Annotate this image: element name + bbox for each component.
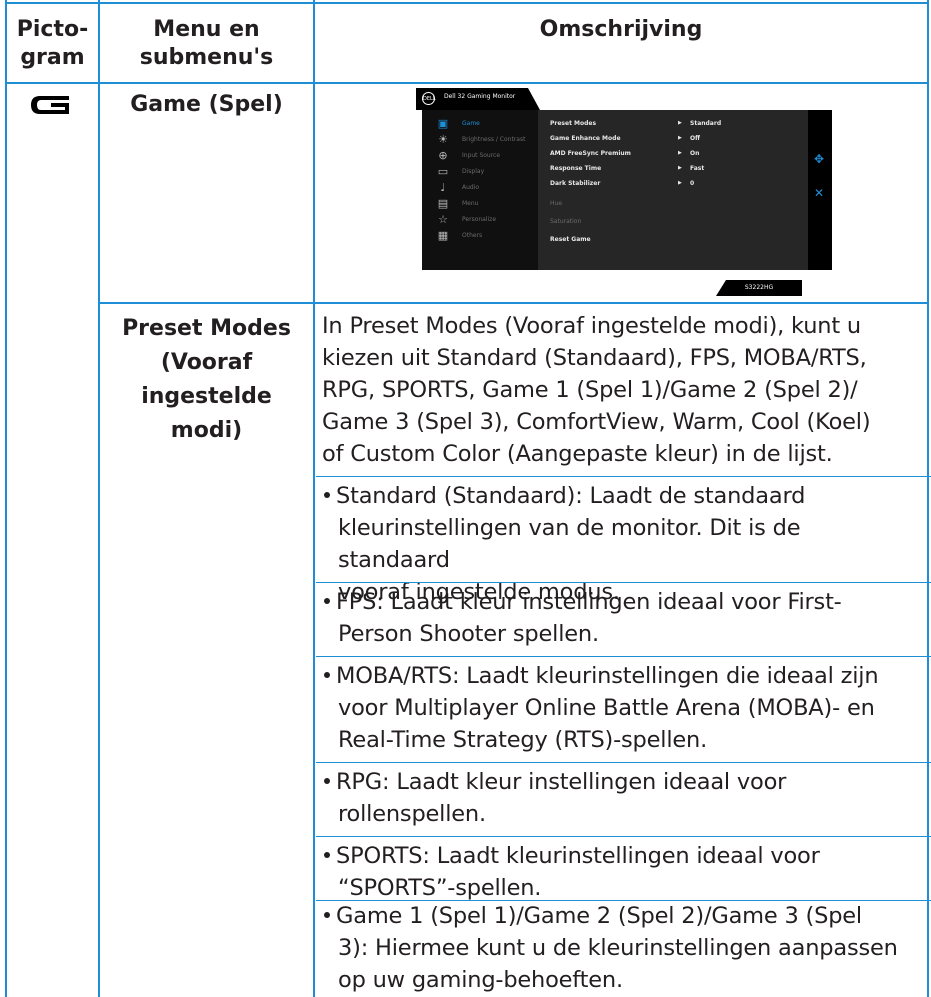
menu-table: Picto- gram Menu en submenu's Omschrijvi…	[0, 0, 931, 997]
osd-setting-row[interactable]: Saturation	[550, 218, 800, 232]
sliders-icon: ▦	[437, 229, 449, 242]
osd-setting-row[interactable]: Response Time ▶ Fast	[550, 165, 800, 179]
osd-menu-display[interactable]: ▭ Display	[422, 164, 538, 180]
table-border-top	[5, 2, 929, 4]
osd-menu: ▣ Game ☀ Brightness / Contrast ⊕ Input S…	[422, 110, 538, 270]
bullet-fps: FPS: Laadt kleur instellingen ideaal voo…	[322, 586, 918, 650]
divider	[316, 656, 931, 657]
star-icon: ☆	[438, 213, 448, 226]
osd-nav-bar: ✥ ✕	[808, 110, 832, 270]
divider	[316, 836, 931, 837]
header-pictogram-line1: Picto-	[16, 17, 89, 42]
osd-setting-row[interactable]: Hue	[550, 200, 800, 214]
bullet-sports: SPORTS: Laadt kleurinstellingen ideaal v…	[322, 840, 918, 904]
header-description: Omschrijving	[539, 17, 703, 42]
preset-modes-label: Preset Modes (Vooraf ingestelde modi)	[122, 316, 291, 443]
dell-logo: DELL	[422, 92, 436, 105]
osd-menu-audio[interactable]: ♩ Audio	[422, 180, 538, 196]
row-separator	[98, 302, 929, 304]
input-icon: ⊕	[438, 149, 448, 162]
osd-menu-brightness[interactable]: ☀ Brightness / Contrast	[422, 132, 538, 148]
osd-panel: ▣ Game ☀ Brightness / Contrast ⊕ Input S…	[422, 110, 832, 270]
bullet-rpg: RPG: Laadt kleur instellingen ideaal voo…	[322, 766, 918, 830]
header-separator	[5, 82, 929, 84]
header-menu: Menu en submenu's	[100, 16, 313, 72]
bullet-game-123: Game 1 (Spel 1)/Game 2 (Spel 2)/Game 3 (…	[322, 900, 918, 996]
table-border-col2	[313, 0, 315, 997]
document-icon: ▤	[437, 197, 449, 210]
move-icon[interactable]: ✥	[814, 152, 824, 166]
osd-setting-row[interactable]: AMD FreeSync Premium ▶ On	[550, 150, 800, 164]
header-menu-line2: submenu's	[139, 45, 274, 70]
game-small-icon: ▣	[437, 117, 449, 130]
osd-menu-game[interactable]: ▣ Game	[422, 116, 538, 132]
osd-title: Dell 32 Gaming Monitor	[444, 93, 516, 100]
header-pictogram-line2: gram	[20, 45, 85, 70]
game-icon	[31, 96, 71, 114]
osd-title-tab: DELL Dell 32 Gaming Monitor	[416, 88, 540, 110]
osd-menu-input[interactable]: ⊕ Input Source	[422, 148, 538, 164]
table-border-right	[927, 0, 929, 997]
osd-screenshot: DELL Dell 32 Gaming Monitor ▣ Game ☀ Bri…	[416, 88, 836, 298]
osd-settings: Preset Modes ▶ Standard Game Enhance Mode ▶…	[538, 110, 808, 270]
divider	[316, 582, 931, 583]
model-label: S3222HG	[716, 280, 802, 296]
sun-icon: ☀	[438, 133, 448, 146]
osd-menu-others[interactable]: ▦ Others	[422, 228, 538, 244]
speaker-icon: ♩	[440, 181, 446, 194]
bullet-moba-rts: MOBA/RTS: Laadt kleurinstellingen die id…	[322, 660, 918, 756]
table-border-left	[5, 0, 7, 997]
osd-setting-row[interactable]: Reset Game	[550, 236, 800, 250]
game-label: Game (Spel)	[130, 92, 283, 117]
close-icon[interactable]: ✕	[814, 186, 824, 200]
osd-setting-row[interactable]: Dark Stabilizer ▶ 0	[550, 180, 800, 194]
osd-menu-menu[interactable]: ▤ Menu	[422, 196, 538, 212]
osd-setting-row[interactable]: Preset Modes ▶ Standard	[550, 120, 800, 134]
osd-menu-personalize[interactable]: ☆ Personalize	[422, 212, 538, 228]
divider	[316, 762, 931, 763]
table-border-col1	[98, 0, 100, 997]
preset-modes-intro: In Preset Modes (Vooraf ingestelde modi)…	[322, 313, 871, 467]
osd-setting-row[interactable]: Game Enhance Mode ▶ Off	[550, 135, 800, 149]
divider	[316, 476, 931, 477]
monitor-icon: ▭	[437, 165, 449, 178]
header-pictogram: Picto- gram	[7, 16, 98, 72]
header-menu-line1: Menu en	[153, 17, 260, 42]
